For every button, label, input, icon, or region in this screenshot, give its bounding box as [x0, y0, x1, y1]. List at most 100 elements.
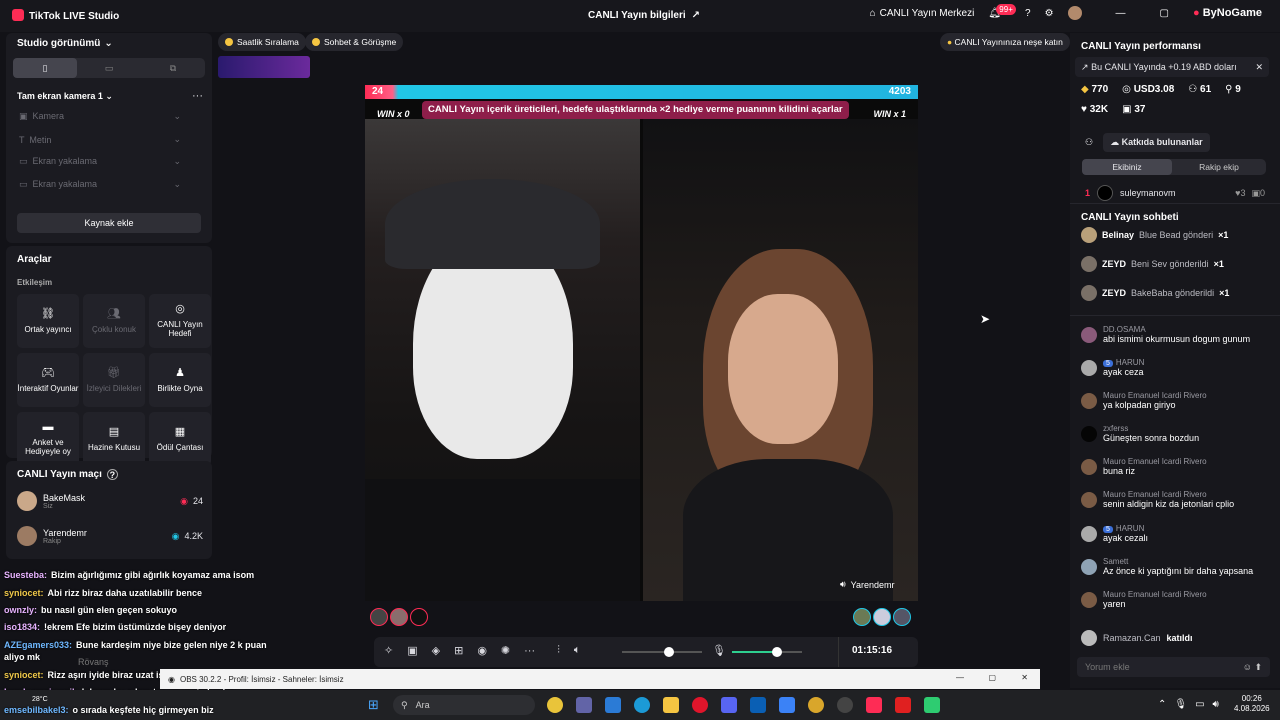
poll-button[interactable]: ▬ Anket ve Hediyeyle oy — [17, 412, 79, 466]
chat-call-pill[interactable]: Sohbet & Görüşme — [305, 33, 404, 51]
emoji-icon[interactable]: ☺ — [1243, 662, 1252, 672]
explorer-icon[interactable] — [663, 697, 679, 713]
scene-name[interactable]: Tam ekran kamera 1 ⌄ — [17, 91, 113, 102]
more-icon[interactable]: ··· — [524, 645, 535, 657]
minimize-icon[interactable]: — — [956, 673, 964, 682]
multi-guest-button[interactable]: 👥︎ Çoklu konuk — [83, 294, 145, 348]
landscape-icon[interactable]: ▭ — [77, 63, 141, 74]
app-icon[interactable] — [779, 697, 795, 713]
maximize-icon[interactable]: ▢ — [1160, 8, 1169, 19]
live-center-button[interactable]: ⌂ CANLI Yayın Merkezi — [870, 8, 975, 19]
avatar[interactable] — [893, 608, 911, 626]
sliders-icon[interactable]: ⫶ — [557, 644, 560, 657]
chrome-icon[interactable] — [547, 697, 563, 713]
info-icon[interactable]: ? — [106, 469, 118, 480]
obs-taskbar-icon[interactable] — [837, 697, 853, 713]
reward-bag-button[interactable]: ▦ Ödül Çantası — [149, 412, 211, 466]
title-bar: TikTok LIVE Studio CANLI Yayın bilgileri… — [0, 0, 1280, 32]
taskbar-search[interactable]: ⚲ Ara — [393, 695, 535, 715]
youtube-icon[interactable] — [895, 697, 911, 713]
overlay-chat-line: emsebilbakel3: o sırada keşfete hiç girme… — [4, 705, 214, 715]
game-icon[interactable] — [924, 697, 940, 713]
network-icon[interactable]: ▭ — [1195, 699, 1204, 710]
speaker-icon[interactable]: 🔊︎ — [840, 579, 846, 590]
volume-slider[interactable] — [622, 647, 702, 657]
effects-icon[interactable]: ✧ — [384, 644, 393, 657]
co-host-button[interactable]: ⛓ Ortak yayıncı — [17, 294, 79, 348]
minimize-icon[interactable]: — — [1116, 8, 1126, 19]
system-tray: ⌃ 🎙︎ ▭ 🔊︎ — [1158, 699, 1219, 710]
maximize-icon[interactable]: ▢ — [988, 673, 996, 682]
source-item[interactable]: ▣ Kamera ⌄ — [19, 111, 181, 122]
dual-layout-icon[interactable]: ⧉ — [141, 63, 205, 74]
send-icon[interactable]: ⬆ — [1254, 662, 1262, 672]
edge-icon[interactable] — [634, 697, 650, 713]
record-icon[interactable]: ◉ — [477, 644, 487, 657]
mic-icon[interactable]: 🎙︎ — [1174, 699, 1187, 710]
user-add-icon[interactable]: ⚇ — [1085, 137, 1093, 148]
screen-icon[interactable]: ▣ — [407, 644, 417, 657]
interactive-games-button[interactable]: 🎮︎ İnteraktif Oyunlar — [17, 353, 79, 407]
comment-input[interactable]: Yorum ekle ☺ ⬆ — [1077, 657, 1270, 677]
chest-icon: ▤ — [108, 426, 120, 439]
speaker-icon[interactable]: 🔊︎ — [1213, 699, 1219, 710]
mic-slider[interactable] — [732, 647, 802, 657]
mic-icon[interactable]: 🎙︎ — [712, 644, 726, 657]
teams-icon[interactable] — [576, 697, 592, 713]
contributor-row[interactable]: 1 suleymanovm ♥3 ▣0 — [1085, 185, 1265, 201]
camera-settings-icon[interactable]: ✺ — [501, 644, 510, 657]
chat-message: Mauro Emanuel Icardi Rivero buna riz — [1081, 457, 1207, 476]
source-item[interactable]: ▭ Ekran yakalama ⌄ — [19, 179, 181, 190]
viewer-wishes-button[interactable]: 🎁︎ İzleyici Dilekleri — [83, 353, 145, 407]
close-icon[interactable]: ✕ — [1255, 62, 1263, 73]
chrome-alt-icon[interactable] — [808, 697, 824, 713]
chat-message: 5 HARUN ayak ceza — [1081, 358, 1144, 377]
tab-your-team[interactable]: Ekibiniz — [1082, 159, 1172, 175]
weather-widget[interactable]: 28°C — [32, 696, 48, 703]
tab-opponent-team[interactable]: Rakip ekip — [1172, 162, 1266, 172]
tiktok-taskbar-icon[interactable] — [866, 697, 882, 713]
notifications-button[interactable]: 🔔︎ 99+ — [988, 3, 1016, 19]
outlook-icon[interactable] — [750, 697, 766, 713]
help-icon[interactable]: ? — [1025, 8, 1031, 19]
live-goal-button[interactable]: ◎ CANLI Yayın Hedefi — [149, 294, 211, 348]
titlebar-actions: ⌂ CANLI Yayın Merkezi 🔔︎ 99+ ? ⚙ — ▢ ● ByN… — [870, 3, 1262, 20]
volume-slider-handle[interactable] — [664, 647, 674, 657]
source-item[interactable]: T Metin ⌄ — [19, 134, 181, 145]
start-icon[interactable]: ⊞ — [368, 697, 379, 713]
play-together-button[interactable]: ♟ Birlikte Oyna — [149, 353, 211, 407]
opponent-label: 🔊︎ Yarendemr — [840, 579, 895, 590]
settings-icon[interactable]: ⚙ — [1045, 8, 1054, 19]
ai-icon[interactable]: ◈ — [432, 644, 440, 657]
contributors-row: ⚇ ☁ Katkıda bulunanlar — [1085, 133, 1210, 152]
hourly-ranking-pill[interactable]: Saatlik Sıralama — [218, 33, 306, 51]
avatar[interactable] — [410, 608, 428, 626]
avatar[interactable] — [370, 608, 388, 626]
studio-view-dropdown[interactable]: Studio görünümü ⌄ — [17, 38, 113, 49]
section-label: Etkileşim — [17, 278, 53, 287]
event-banner-thumbnail[interactable] — [218, 56, 310, 78]
tip-pill[interactable]: ● CANLI Yayınınıza neşe katın — [940, 33, 1070, 51]
avatar[interactable] — [390, 608, 408, 626]
add-source-button[interactable]: Kaynak ekle — [17, 213, 201, 233]
source-item[interactable]: ▭ Ekran yakalama ⌄ — [19, 156, 181, 167]
contributors-button[interactable]: ☁ Katkıda bulunanlar — [1103, 133, 1210, 152]
portrait-icon[interactable]: ▯ — [13, 58, 77, 78]
avatar[interactable] — [1067, 6, 1082, 20]
layout-icon[interactable]: ⊞ — [454, 644, 463, 657]
close-icon[interactable]: ✕ — [1021, 673, 1028, 682]
volume-icon[interactable]: 🔈︎ — [574, 644, 581, 657]
rematch-button[interactable]: Rövanş — [78, 657, 109, 667]
store-icon[interactable] — [605, 697, 621, 713]
avatar[interactable] — [853, 608, 871, 626]
discord-icon[interactable] — [721, 697, 737, 713]
more-options-icon[interactable]: ··· — [192, 90, 203, 102]
avatar[interactable] — [873, 608, 891, 626]
chevron-up-icon[interactable]: ⌃ — [1158, 699, 1166, 710]
clock[interactable]: 00:26 4.08.2026 — [1234, 694, 1270, 715]
opera-icon[interactable] — [692, 697, 708, 713]
treasure-box-button[interactable]: ▤ Hazine Kutusu — [83, 412, 145, 466]
chevron-down-icon: ⌄ — [104, 38, 113, 49]
live-info-button[interactable]: CANLI Yayın bilgileri ↗ — [588, 10, 700, 21]
mic-slider-handle[interactable] — [772, 647, 782, 657]
